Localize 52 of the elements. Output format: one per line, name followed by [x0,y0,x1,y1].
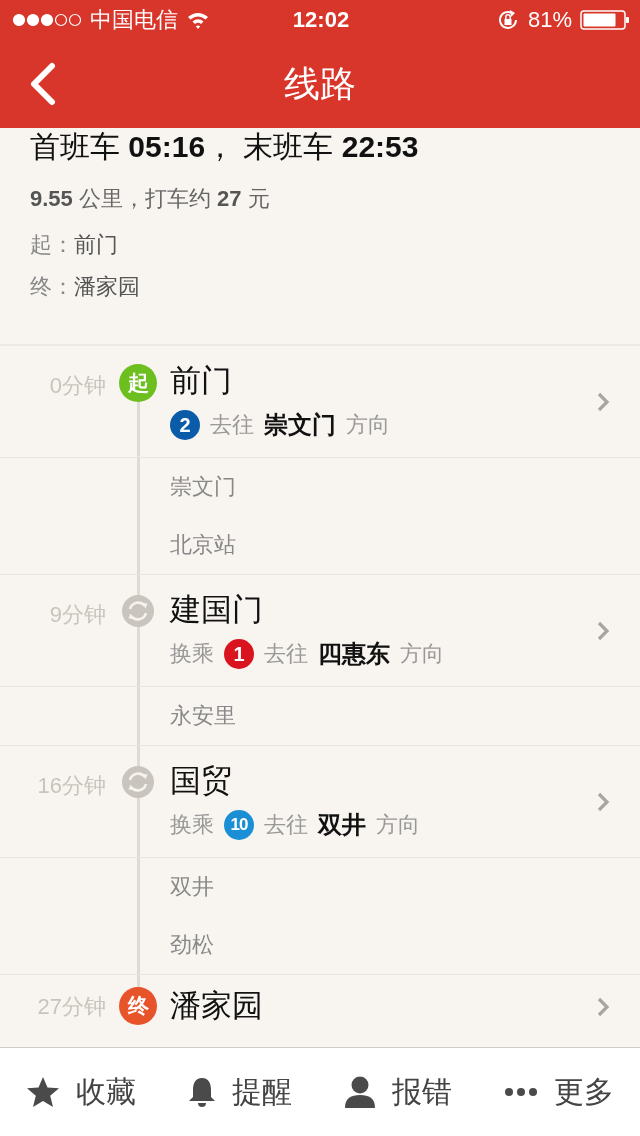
station-name: 永安里 [170,702,236,730]
bell-icon [188,1076,216,1108]
transfer-icon [121,765,155,799]
wifi-icon [186,11,210,29]
toolbar-button[interactable]: 收藏 [22,1065,140,1119]
chevron-icon[interactable] [596,790,610,813]
battery-icon [580,10,630,30]
station-marker: 起 [119,364,157,402]
toward-label: 去往 [264,640,308,668]
distance-text: 9.55 公里，打车约 27 元 [30,185,271,213]
direction-label: 方向 [346,411,390,439]
station-name: 双井 [170,873,214,901]
station-name: 崇文门 [170,473,236,501]
line-badge: 10 [224,810,254,840]
more-icon [504,1087,538,1097]
start-label: 起： [30,231,74,259]
chevron-icon[interactable] [596,995,610,1018]
transfer-label: 换乘 [170,811,214,839]
toward-label: 去往 [210,411,254,439]
direction-station: 双井 [318,810,366,840]
direction-label: 方向 [400,640,444,668]
direction-station: 四惠东 [318,639,390,669]
station-name: 北京站 [170,531,236,559]
toolbar-button[interactable]: 报错 [340,1065,456,1119]
carrier-name: 中国电信 [90,6,178,34]
toolbar-button[interactable]: 更多 [500,1065,618,1119]
end-station: 潘家园 [74,273,140,301]
star-icon [26,1076,60,1108]
signal-icon [12,13,82,27]
station-name: 潘家园 [170,987,263,1025]
toolbar-button[interactable]: 提醒 [184,1065,296,1119]
start-station: 前门 [74,231,118,259]
chevron-icon[interactable] [596,619,610,642]
clock-time: 12:02 [292,7,350,33]
station-name: 前门 [170,362,232,400]
line-badge: 2 [170,410,200,440]
line-badge: 1 [224,639,254,669]
schedule-text: 首班车 05:16， 末班车 22:53 [30,129,420,165]
battery-percent: 81% [527,7,572,33]
transfer-icon [121,594,155,628]
page-title: 线路 [284,61,356,106]
person-icon [344,1075,376,1109]
transfer-label: 换乘 [170,640,214,668]
chevron-icon[interactable] [596,390,610,413]
end-label: 终： [30,273,74,301]
direction-station: 崇文门 [264,410,336,440]
station-name: 国贸 [170,762,232,800]
toward-label: 去往 [264,811,308,839]
direction-label: 方向 [376,811,420,839]
station-name: 劲松 [170,931,214,959]
station-marker: 终 [119,987,157,1025]
station-name: 建国门 [170,591,263,629]
